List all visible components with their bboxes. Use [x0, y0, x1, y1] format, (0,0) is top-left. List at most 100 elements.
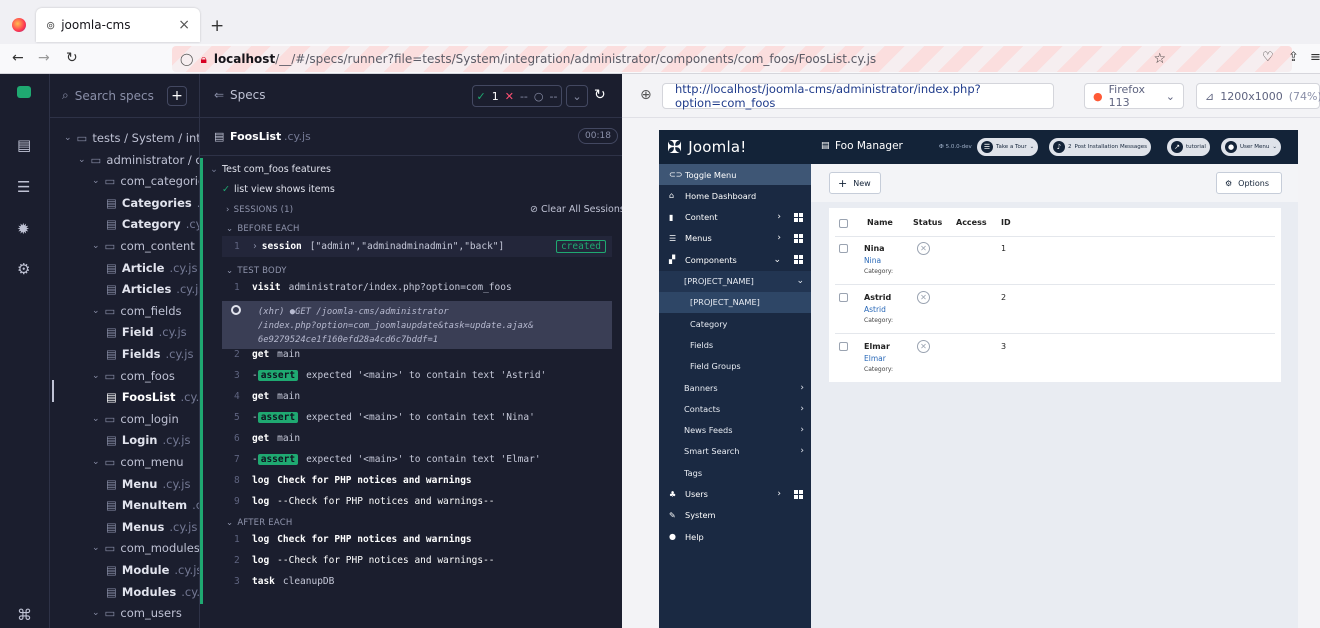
- spec-file-item[interactable]: ▤ Login .cy.js: [106, 430, 190, 450]
- spec-search-input[interactable]: Search specs: [75, 89, 154, 103]
- joomla-logo[interactable]: ✠ Joomla!: [659, 130, 811, 164]
- user-menu-button[interactable]: ● User Menu ⌄: [1221, 138, 1281, 156]
- selector-playground-icon[interactable]: ⊕: [640, 87, 652, 103]
- menu-item-tags[interactable]: Tags: [659, 462, 811, 483]
- spec-folder-item[interactable]: ⌄ ▭ tests / System / inte: [64, 128, 199, 148]
- spec-file-item[interactable]: ▤ MenuItem .cy.js: [106, 495, 199, 515]
- spec-file-item[interactable]: ▤ Menus .cy.js: [106, 517, 197, 537]
- options-button[interactable]: ⚙ Options: [1216, 172, 1282, 194]
- command-row[interactable]: 6 get main: [222, 428, 612, 449]
- column-header-name[interactable]: Name: [867, 218, 893, 227]
- sessions-section[interactable]: › SESSIONS (1): [226, 205, 293, 215]
- menu-item-fields[interactable]: Fields: [659, 334, 811, 355]
- menu-item-content[interactable]: ▮ Content ›: [659, 207, 811, 228]
- spec-file-item[interactable]: ▤ Modules .cy.js: [106, 582, 199, 602]
- menu-item-components[interactable]: ▞ Components ⌄: [659, 249, 811, 270]
- keyboard-shortcuts-icon[interactable]: ⌘: [17, 606, 35, 624]
- browser-selector[interactable]: ● Firefox 113 ⌄: [1084, 83, 1184, 109]
- column-header-status[interactable]: Status: [913, 218, 942, 227]
- test-body-section[interactable]: ⌄ TEST BODY: [226, 266, 287, 276]
- specs-toggle-icon[interactable]: ⇐: [214, 88, 224, 102]
- dashboard-grid-icon[interactable]: [794, 212, 803, 222]
- command-row[interactable]: 3 - assert expected '<main>' to contain tex…: [222, 365, 612, 386]
- unpublished-status-icon[interactable]: ✕: [917, 242, 930, 255]
- menu-item-home-dashboard[interactable]: ⌂ Home Dashboard: [659, 185, 811, 206]
- new-tab-button[interactable]: +: [210, 16, 224, 36]
- rerun-icon[interactable]: ↻: [594, 87, 606, 103]
- spec-folder-item[interactable]: ⌄ ▭ com_fields: [92, 301, 182, 321]
- specs-nav-icon[interactable]: ▤: [17, 136, 35, 154]
- row-alias-link[interactable]: Nina: [864, 256, 881, 265]
- command-row[interactable]: 9 log --Check for PHP notices and warnings…: [222, 491, 612, 512]
- row-checkbox[interactable]: [839, 342, 848, 351]
- select-all-checkbox[interactable]: [839, 219, 848, 228]
- spec-folder-item[interactable]: ⌄ ▭ com_categories: [92, 171, 199, 191]
- menu-item-system[interactable]: ✎ System: [659, 505, 811, 526]
- menu-item-users[interactable]: ♣ Users ›: [659, 484, 811, 505]
- command-row[interactable]: 2 log --Check for PHP notices and warnings…: [222, 550, 612, 571]
- menu-item-toggle-menu[interactable]: ⊂⊃ Toggle Menu: [659, 164, 811, 185]
- new-button[interactable]: + New: [829, 172, 881, 194]
- dashboard-grid-icon[interactable]: [794, 233, 803, 243]
- spec-folder-item[interactable]: ⌄ ▭ com_users: [92, 603, 182, 623]
- menu-item-field-groups[interactable]: Field Groups: [659, 356, 811, 377]
- spec-folder-item[interactable]: ⌄ ▭ administrator / co: [78, 150, 199, 170]
- spec-file-item[interactable]: ▤ Module .cy.js: [106, 560, 199, 580]
- take-a-tour-button[interactable]: ☰ Take a Tour ⌄: [977, 138, 1039, 156]
- runs-nav-icon[interactable]: ☰: [17, 178, 35, 196]
- pocket-icon[interactable]: ♡: [1262, 50, 1274, 65]
- spec-file-item[interactable]: ▤Categories.cy.js: [106, 193, 199, 213]
- options-dropdown-icon[interactable]: ⌄: [566, 85, 588, 107]
- forward-icon[interactable]: →: [38, 50, 50, 66]
- session-command[interactable]: 1 › session ["admin","adminadminadmin","…: [222, 236, 612, 257]
- back-icon[interactable]: ←: [12, 50, 24, 66]
- spec-folder-item[interactable]: ⌄ ▭ com_foos: [92, 366, 175, 386]
- test-title[interactable]: ✓ list view shows items: [222, 184, 335, 195]
- tab-close-icon[interactable]: ×: [178, 17, 190, 33]
- command-row[interactable]: 8 log Check for PHP notices and warnings: [222, 470, 612, 491]
- menu-item-news-feeds[interactable]: News Feeds ›: [659, 420, 811, 441]
- unpublished-status-icon[interactable]: ✕: [917, 340, 930, 353]
- spec-file-item[interactable]: ▤ FoosList .cy.js: [106, 387, 199, 407]
- after-each-section[interactable]: ⌄ AFTER EACH: [226, 518, 292, 528]
- spec-folder-item[interactable]: ⌄ ▭ com_login: [92, 409, 179, 429]
- menu-item-project-name[interactable]: [PROJECT_NAME]: [659, 291, 811, 313]
- menu-item-smart-search[interactable]: Smart Search ›: [659, 441, 811, 462]
- dashboard-grid-icon[interactable]: [794, 489, 803, 499]
- address-bar[interactable]: ◯ 🔒︎ localhost/__/#/specs/runner?file=te…: [172, 46, 1292, 72]
- reload-icon[interactable]: ↻: [66, 50, 78, 66]
- spec-file-item[interactable]: ▤ Fields .cy.js: [106, 344, 194, 364]
- menu-item-project-name[interactable]: [PROJECT_NAME] ⌄: [659, 270, 811, 292]
- menu-item-banners[interactable]: Banners ›: [659, 377, 811, 398]
- unpublished-status-icon[interactable]: ✕: [917, 291, 930, 304]
- row-checkbox[interactable]: [839, 293, 848, 302]
- viewport-selector[interactable]: ⊿ 1200x1000(74%)⌄: [1196, 83, 1320, 109]
- command-row[interactable]: 4 get main: [222, 386, 612, 407]
- command-row[interactable]: 5 - assert expected '<main>' to contain tex…: [222, 407, 612, 428]
- post-install-messages-button[interactable]: ♪ 2 Post Installation Messages: [1049, 138, 1151, 156]
- menu-item-menus[interactable]: ☰ Menus ›: [659, 228, 811, 249]
- spec-file-item[interactable]: ▤ Articles .cy.js: [106, 279, 199, 299]
- spec-file-item[interactable]: ▤ Menu .cy.js: [106, 474, 191, 494]
- row-alias-link[interactable]: Astrid: [864, 305, 886, 314]
- row-alias-link[interactable]: Elmar: [864, 354, 886, 363]
- menu-item-category[interactable]: Category: [659, 313, 811, 334]
- firefox-menu-icon[interactable]: [12, 18, 26, 32]
- add-spec-button[interactable]: +: [167, 86, 187, 106]
- spec-folder-item[interactable]: ⌄ ▭ com_menu: [92, 452, 184, 472]
- suite-title[interactable]: ⌄ Test com_foos features: [210, 164, 331, 175]
- before-each-section[interactable]: ⌄ BEFORE EACH: [226, 224, 300, 234]
- hamburger-menu-icon[interactable]: ≡: [1310, 50, 1320, 65]
- debug-bug-icon[interactable]: ✹: [17, 220, 35, 238]
- settings-gear-icon[interactable]: ⚙: [17, 260, 35, 278]
- row-checkbox[interactable]: [839, 244, 848, 253]
- xhr-log-entry[interactable]: (xhr) ●GET /joomla-cms/administrator /in…: [222, 301, 612, 349]
- spec-folder-item[interactable]: ⌄ ▭ com_content: [92, 236, 195, 256]
- spec-folder-item[interactable]: ⌄ ▭ com_modules: [92, 538, 199, 558]
- command-row[interactable]: 3 task cleanupDB: [222, 571, 612, 592]
- site-link-button[interactable]: ↗ tutorial: [1167, 138, 1210, 156]
- dashboard-grid-icon[interactable]: [794, 255, 803, 265]
- clear-sessions-button[interactable]: ⊘ Clear All Sessions: [530, 204, 622, 215]
- column-header-access[interactable]: Access: [956, 218, 987, 227]
- column-header-id[interactable]: ID: [1001, 218, 1011, 227]
